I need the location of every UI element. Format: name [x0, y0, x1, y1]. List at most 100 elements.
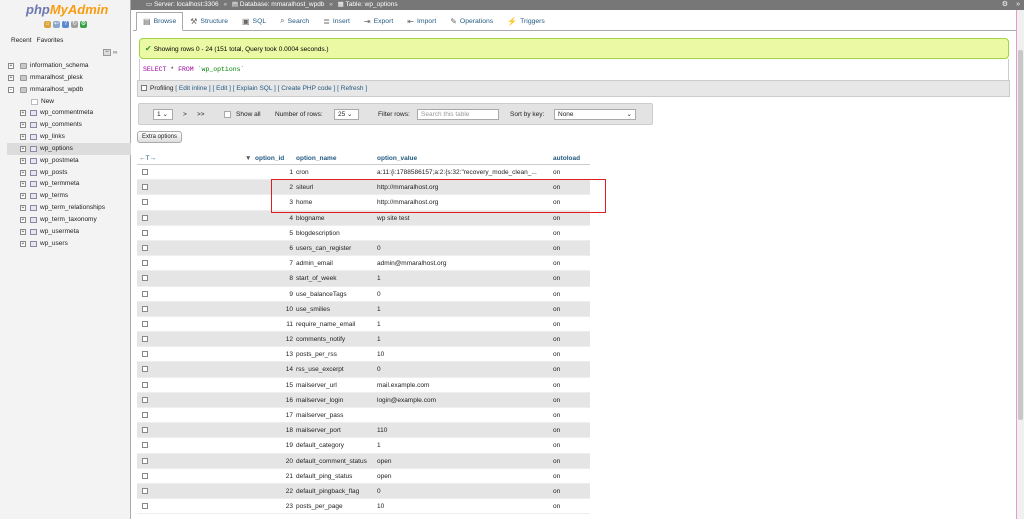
cell-option-value[interactable]: 1 — [377, 317, 547, 332]
expand-icon[interactable]: + — [20, 134, 26, 141]
cell-option-value[interactable]: login@example.com — [377, 393, 547, 408]
column-header-option-id[interactable]: option_id — [255, 153, 284, 165]
cell-autoload[interactable]: on — [553, 332, 560, 347]
collapse-icon[interactable]: − — [8, 86, 14, 93]
cell-autoload[interactable]: on — [553, 469, 560, 484]
tree-table-label[interactable]: wp_users — [40, 238, 68, 250]
link-with-main-icon[interactable]: ∞ — [113, 50, 117, 56]
cell-option-id[interactable]: 19 — [267, 438, 293, 453]
tree-table-label[interactable]: wp_options — [40, 143, 73, 155]
cell-autoload[interactable]: on — [553, 454, 560, 469]
cell-option-id[interactable]: 22 — [267, 484, 293, 499]
cell-option-name[interactable]: mailserver_pass — [296, 408, 374, 423]
cell-autoload[interactable]: on — [553, 226, 560, 241]
expand-icon[interactable]: + — [20, 145, 26, 152]
cell-option-value[interactable]: a:11:{i:1788586157;a:2:{s:32:"recovery_m… — [377, 165, 547, 180]
settings-icon[interactable]: ⚙ — [80, 21, 87, 28]
expand-icon[interactable]: + — [20, 216, 26, 223]
cell-option-id[interactable]: 12 — [267, 332, 293, 347]
cell-option-name[interactable]: use_balanceTags — [296, 287, 374, 302]
cell-option-id[interactable]: 14 — [267, 362, 293, 377]
cell-option-value[interactable]: 1 — [377, 332, 547, 347]
cell-option-id[interactable]: 9 — [267, 287, 293, 302]
cell-option-name[interactable]: blogdescription — [296, 226, 374, 241]
row-checkbox[interactable] — [142, 169, 148, 175]
tree-table-label[interactable]: wp_terms — [40, 190, 68, 202]
scrollbar-thumb[interactable] — [1018, 50, 1023, 420]
cell-autoload[interactable]: on — [553, 499, 560, 514]
tree-table-label[interactable]: wp_posts — [40, 167, 67, 179]
row-checkbox[interactable] — [142, 244, 148, 251]
profiling-checkbox[interactable] — [141, 85, 147, 91]
filter-input[interactable]: Search this table — [417, 109, 499, 120]
cell-autoload[interactable]: on — [553, 271, 560, 286]
row-checkbox[interactable] — [142, 275, 148, 282]
next-page-button[interactable]: > — [183, 104, 187, 125]
cell-option-value[interactable]: 110 — [377, 423, 547, 438]
row-checkbox[interactable] — [142, 290, 148, 297]
cell-option-id[interactable]: 6 — [267, 241, 293, 256]
cell-option-id[interactable]: 16 — [267, 393, 293, 408]
breadcrumb-table[interactable]: Table: wp_options — [346, 1, 398, 8]
show-all-checkbox[interactable] — [224, 111, 231, 118]
cell-option-value[interactable]: open — [377, 454, 547, 469]
cell-autoload[interactable]: on — [553, 362, 560, 377]
row-checkbox[interactable] — [142, 396, 148, 403]
cell-option-name[interactable]: mailserver_login — [296, 393, 374, 408]
tab-export[interactable]: ⇥ Export — [357, 11, 400, 30]
last-page-button[interactable]: >> — [197, 104, 205, 125]
cell-option-value[interactable]: 0 — [377, 362, 547, 377]
cell-option-name[interactable]: default_ping_status — [296, 469, 374, 484]
tree-table-label[interactable]: wp_postmeta — [40, 155, 79, 167]
row-checkbox[interactable] — [142, 320, 148, 327]
cell-option-name[interactable]: require_name_email — [296, 317, 374, 332]
row-checkbox[interactable] — [142, 457, 148, 464]
row-checkbox[interactable] — [142, 503, 148, 510]
cell-autoload[interactable]: on — [553, 256, 560, 271]
row-checkbox[interactable] — [142, 351, 148, 358]
collapse-all-button[interactable]: − — [103, 49, 111, 56]
expand-icon[interactable]: + — [20, 193, 26, 200]
row-checkbox[interactable] — [142, 412, 148, 418]
tab-structure[interactable]: ⚒ Structure — [183, 11, 235, 30]
tab-search[interactable]: ⌕ Search — [273, 11, 316, 30]
row-checkbox[interactable] — [142, 184, 148, 191]
favorites-tab[interactable]: Favorites — [36, 36, 65, 45]
cell-option-id[interactable]: 23 — [267, 499, 293, 514]
tree-table-item[interactable]: + wp_users — [7, 238, 131, 250]
cell-option-name[interactable]: users_can_register — [296, 241, 374, 256]
row-checkbox[interactable] — [142, 442, 148, 449]
cell-option-id[interactable]: 5 — [267, 226, 293, 241]
tree-table-item[interactable]: + wp_termmeta — [7, 178, 131, 190]
rows-select[interactable]: 25 ⌄ — [334, 109, 359, 120]
cell-option-name[interactable]: default_category — [296, 438, 374, 453]
tab-operations[interactable]: ✎ Operations — [443, 11, 500, 30]
row-checkbox[interactable] — [142, 214, 148, 221]
query-action-links[interactable]: [ Edit inline ] [ Edit ] [ Explain SQL ]… — [175, 85, 367, 92]
cell-option-id[interactable]: 21 — [267, 469, 293, 484]
tree-db-label[interactable]: mmaralhost_wpdb — [30, 84, 83, 96]
row-checkbox[interactable] — [142, 229, 148, 236]
cell-option-value[interactable]: 0 — [377, 241, 547, 256]
tree-table-item[interactable]: + wp_postmeta — [7, 155, 131, 167]
tree-table-item[interactable]: + wp_posts — [7, 167, 131, 179]
cell-option-value[interactable]: open — [377, 469, 547, 484]
row-checkbox[interactable] — [142, 336, 148, 343]
tree-table-label[interactable]: wp_termmeta — [40, 178, 79, 190]
tree-table-item[interactable]: + wp_comments — [7, 119, 131, 131]
breadcrumb-database[interactable]: Database: mmaralhost_wpdb — [240, 1, 325, 8]
row-checkbox[interactable] — [142, 427, 148, 434]
column-header-option-name[interactable]: option_name — [296, 153, 336, 165]
sort-select[interactable]: None ⌄ — [554, 109, 636, 120]
row-checkbox[interactable] — [142, 487, 148, 494]
tree-table-label[interactable]: wp_commentmeta — [40, 107, 93, 119]
cell-option-name[interactable]: default_pingback_flag — [296, 484, 374, 499]
cell-option-value[interactable]: admin@mmaralhost.org — [377, 256, 547, 271]
cell-option-id[interactable]: 17 — [267, 408, 293, 423]
tab-browse[interactable]: ▤ Browse — [136, 12, 184, 31]
cell-option-value[interactable]: 1 — [377, 271, 547, 286]
cell-option-name[interactable]: use_smilies — [296, 302, 374, 317]
logout-icon[interactable]: ↩ — [53, 21, 60, 28]
expand-icon[interactable]: + — [20, 157, 26, 164]
cell-autoload[interactable]: on — [553, 302, 560, 317]
